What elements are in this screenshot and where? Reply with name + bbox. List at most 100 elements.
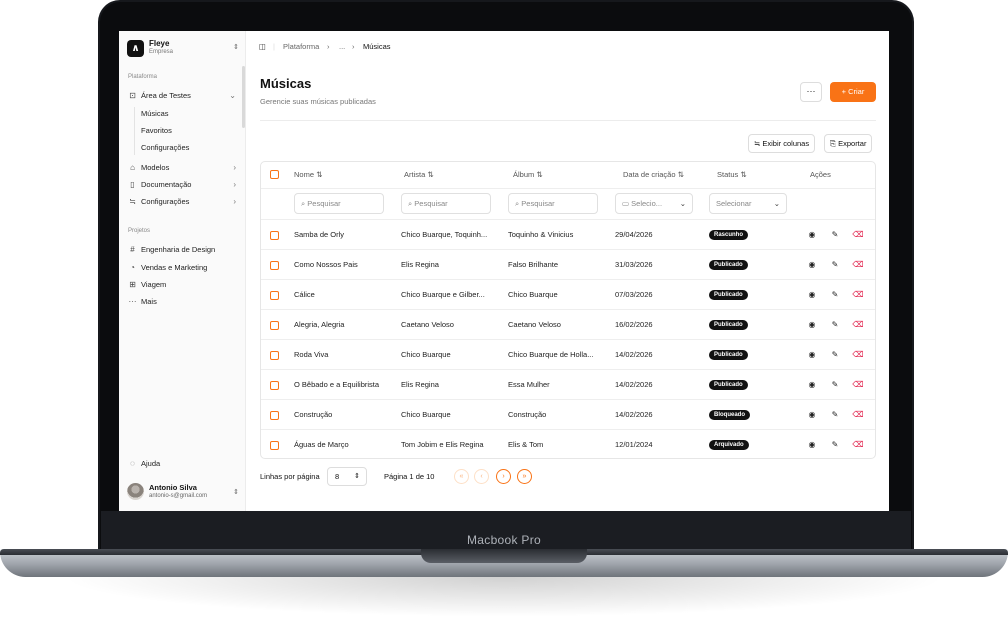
topbar: ◫ | Plataforma › ... › Músicas — [247, 31, 889, 63]
column-header-status[interactable]: Status ⇅ — [717, 162, 747, 188]
status-select[interactable]: Selecionar ⌄ — [709, 193, 787, 214]
user-menu[interactable]: Antonio Silva antonio-s@gmail.com ⇕ — [127, 482, 239, 504]
edit-icon[interactable]: ✎ — [829, 409, 841, 421]
create-button[interactable]: + Criar — [830, 82, 876, 102]
delete-icon[interactable]: ⌫ — [852, 229, 864, 241]
breadcrumb-root[interactable]: Plataforma — [283, 42, 319, 51]
row-checkbox[interactable] — [270, 411, 279, 420]
artist-search-input[interactable]: ⌕ Pesquisar — [401, 193, 491, 214]
sidebar-scrollbar[interactable] — [242, 66, 245, 128]
sidebar-item-configuracoes[interactable]: ≒ Configurações › — [128, 194, 240, 208]
view-icon[interactable]: ◉ — [806, 289, 818, 301]
sidebar-project-vendas[interactable]: ◔ Vendas e Marketing — [128, 260, 240, 274]
delete-icon[interactable]: ⌫ — [852, 409, 864, 421]
sidebar-item-area-de-testes[interactable]: ⊡ Área de Testes ⌄ — [128, 88, 240, 102]
more-options-button[interactable]: ··· — [800, 82, 822, 102]
export-button[interactable]: ⎘ Exportar — [824, 134, 873, 153]
column-header-name[interactable]: Nome ⇅ — [294, 162, 322, 188]
edit-icon[interactable]: ✎ — [829, 229, 841, 241]
view-icon[interactable]: ◉ — [806, 379, 818, 391]
table-row[interactable]: Cálice Chico Buarque e Gilber... Chico Bua… — [261, 280, 875, 310]
sidebar-item-help[interactable]: ◌ Ajuda — [128, 456, 240, 470]
album-search-input[interactable]: ⌕ Pesquisar — [508, 193, 598, 214]
view-icon[interactable]: ◉ — [806, 259, 818, 271]
column-header-date[interactable]: Data de criação ⇅ — [623, 162, 684, 188]
status-badge: Publicado — [709, 350, 748, 360]
edit-icon[interactable]: ✎ — [829, 379, 841, 391]
delete-icon[interactable]: ⌫ — [852, 259, 864, 271]
sidebar-project-viagem[interactable]: ⊞ Viagem — [128, 277, 240, 291]
delete-icon[interactable]: ⌫ — [852, 439, 864, 451]
date-select[interactable]: ▭ Selecio... ⌄ — [615, 193, 693, 214]
delete-icon[interactable]: ⌫ — [852, 379, 864, 391]
breadcrumb-ellipsis[interactable]: ... — [339, 42, 345, 51]
sidebar-subitem-musicas[interactable]: Músicas — [141, 109, 169, 118]
table-row[interactable]: Samba de Orly Chico Buarque, Toquinh... To… — [261, 220, 875, 250]
row-checkbox[interactable] — [270, 291, 279, 300]
delete-icon[interactable]: ⌫ — [852, 349, 864, 361]
edit-icon[interactable]: ✎ — [829, 319, 841, 331]
view-icon[interactable]: ◉ — [806, 409, 818, 421]
chevron-right-icon: › — [233, 162, 236, 172]
cell-name: Construção — [294, 410, 333, 419]
sidebar-project-mais[interactable]: ··· Mais — [128, 294, 240, 308]
prev-page-button[interactable]: ‹ — [474, 469, 489, 484]
table-row[interactable]: Como Nossos Pais Elis Regina Falso Brilhan… — [261, 250, 875, 280]
name-search-input[interactable]: ⌕ Pesquisar — [294, 193, 384, 214]
table-row[interactable]: Construção Chico Buarque Construção 14/02/2… — [261, 400, 875, 430]
row-checkbox[interactable] — [270, 441, 279, 450]
delete-icon[interactable]: ⌫ — [852, 289, 864, 301]
rows-per-page-select[interactable]: 8 ⇕ — [327, 467, 367, 486]
user-name: Antonio Silva — [149, 483, 197, 492]
column-header-artist[interactable]: Artista ⇅ — [404, 162, 434, 188]
sidebar-item-documentacao[interactable]: ▯ Documentação › — [128, 177, 240, 191]
edit-icon[interactable]: ✎ — [829, 289, 841, 301]
songs-table: Nome ⇅ Artista ⇅ Álbum ⇅ Data de criação… — [260, 161, 876, 459]
edit-icon[interactable]: ✎ — [829, 349, 841, 361]
cell-artist: Tom Jobim e Elis Regina — [401, 440, 484, 449]
last-page-button[interactable]: » — [517, 469, 532, 484]
cell-date: 14/02/2026 — [615, 350, 653, 359]
sidebar-item-modelos[interactable]: ⌂ Modelos › — [128, 160, 240, 174]
sidebar-item-label: Documentação — [141, 179, 192, 189]
cell-album: Chico Buarque — [508, 290, 558, 299]
device-shadow — [60, 577, 948, 617]
sidebar-item-label: Modelos — [141, 162, 170, 172]
row-checkbox[interactable] — [270, 381, 279, 390]
first-page-button[interactable]: « — [454, 469, 469, 484]
view-icon[interactable]: ◉ — [806, 319, 818, 331]
row-checkbox[interactable] — [270, 261, 279, 270]
sidebar-project-engenharia[interactable]: # Engenharia de Design — [128, 242, 240, 256]
sliders-icon: ≒ — [129, 196, 136, 206]
row-checkbox[interactable] — [270, 351, 279, 360]
sidebar-toggle-icon[interactable]: ◫ — [259, 42, 266, 51]
org-switcher[interactable]: ∧ Fleye Empresa ⇕ — [127, 38, 239, 58]
view-icon[interactable]: ◉ — [806, 349, 818, 361]
table-row[interactable]: Águas de Março Tom Jobim e Elis Regina Eli… — [261, 430, 875, 458]
device-label: Macbook Pro — [467, 533, 541, 547]
view-icon[interactable]: ◉ — [806, 439, 818, 451]
show-columns-button[interactable]: ≒ Exibir colunas — [748, 134, 816, 153]
org-subtitle: Empresa — [149, 49, 174, 55]
view-icon[interactable]: ◉ — [806, 229, 818, 241]
edit-icon[interactable]: ✎ — [829, 259, 841, 271]
cell-artist: Elis Regina — [401, 260, 439, 269]
table-row[interactable]: Alegria, Alegria Caetano Veloso Caetano Ve… — [261, 310, 875, 340]
next-page-button[interactable]: › — [496, 469, 511, 484]
main-content: ◫ | Plataforma › ... › Músicas Músicas G… — [247, 31, 889, 511]
cell-name: Roda Viva — [294, 350, 329, 359]
project-label: Viagem — [141, 279, 167, 289]
delete-icon[interactable]: ⌫ — [852, 319, 864, 331]
cell-date: 07/03/2026 — [615, 290, 653, 299]
select-all-checkbox[interactable] — [270, 170, 279, 179]
cell-date: 14/02/2026 — [615, 410, 653, 419]
table-row[interactable]: O Bêbado e a Equilibrista Elis Regina Essa… — [261, 370, 875, 400]
row-checkbox[interactable] — [270, 321, 279, 330]
edit-icon[interactable]: ✎ — [829, 439, 841, 451]
sidebar-subitem-configuracoes[interactable]: Configurações — [141, 143, 189, 152]
sidebar-subitem-favoritos[interactable]: Favoritos — [141, 126, 172, 135]
column-header-album[interactable]: Álbum ⇅ — [513, 162, 543, 188]
breadcrumb-current: Músicas — [363, 42, 391, 51]
row-checkbox[interactable] — [270, 231, 279, 240]
table-row[interactable]: Roda Viva Chico Buarque Chico Buarque de H… — [261, 340, 875, 370]
